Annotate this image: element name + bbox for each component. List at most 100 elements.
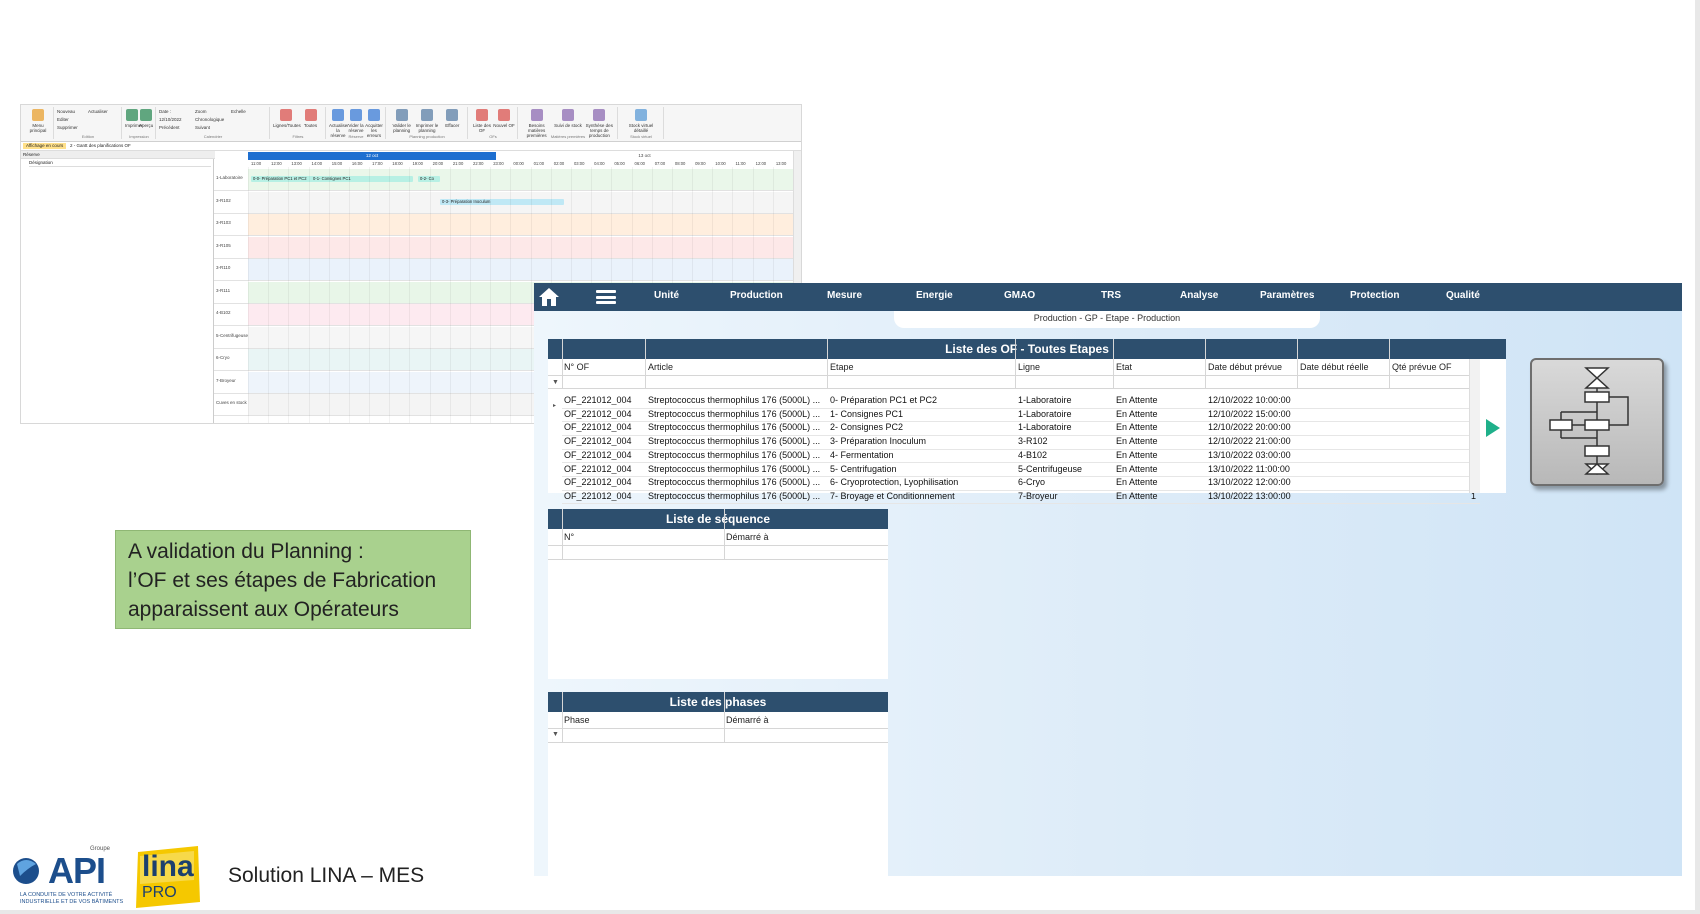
gantt-row-label: 6-Cryo — [216, 355, 230, 360]
ribbon-item[interactable]: Menu principal — [25, 123, 51, 133]
of-col-header[interactable]: N° OF — [564, 362, 589, 372]
ribbon-item[interactable]: Imprimer le planning — [414, 123, 439, 133]
tab-affichage[interactable]: Affichage en cours — [23, 143, 67, 149]
of-col-header[interactable]: Qté prévue OF — [1392, 362, 1452, 372]
ribbon-item[interactable]: Editer — [57, 117, 69, 122]
nav-item-parametres[interactable]: Paramètres — [1260, 290, 1314, 301]
of-col-header[interactable]: Date début prévue — [1208, 362, 1282, 372]
flowchart-button[interactable] — [1530, 358, 1664, 486]
table-cell: Streptococcus thermophilus 176 (5000L) .… — [648, 395, 821, 405]
reserve-column-designation: Désignation — [29, 160, 211, 167]
nav-item-unite[interactable]: Unité — [654, 290, 679, 301]
table-cell: 6-Cryo — [1018, 477, 1046, 488]
lina-pro-logo: lina PRO — [134, 846, 202, 908]
of-list-title: Liste des OF - Toutes Etapes — [548, 339, 1506, 359]
gantt-gridline — [348, 167, 350, 423]
table-cell: 1 — [1392, 477, 1476, 487]
gantt-gridline — [490, 167, 492, 423]
ribbon-item[interactable]: Imprimer — [125, 123, 143, 128]
nav-item-mesure[interactable]: Mesure — [827, 290, 862, 301]
sequence-col-numero[interactable]: N° — [564, 532, 574, 542]
table-cell: 12/10/2022 15:00:00 — [1208, 408, 1291, 419]
ribbon-item[interactable]: Valider le planning — [389, 123, 414, 133]
phase-col-phase[interactable]: Phase — [564, 715, 590, 725]
gantt-task-bar[interactable]: 0-0- Préparation PC1 et PC2 — [251, 176, 313, 182]
ribbon-item[interactable]: Nouveau — [57, 109, 75, 114]
row-indicator-icon: ▸ — [553, 403, 557, 409]
of-col-header[interactable]: Date début réelle — [1300, 362, 1369, 372]
ribbon-button-icon — [32, 109, 44, 121]
nav-item-energie[interactable]: Energie — [916, 290, 953, 301]
gantt-tabs: Affichage en cours 2 - Gantt des planifi… — [21, 142, 801, 151]
ribbon-group-caption: Edition — [81, 134, 95, 139]
of-col-header[interactable]: Etape — [830, 362, 854, 372]
table-cell: En Attente — [1116, 449, 1158, 460]
gantt-row[interactable]: 3-R105 — [214, 236, 794, 259]
ribbon-item[interactable]: Toutes — [298, 123, 323, 128]
phase-col-demarre[interactable]: Démarré à — [726, 715, 769, 725]
of-col-header[interactable]: Ligne — [1018, 362, 1040, 372]
table-cell: 4- Fermentation — [830, 449, 894, 460]
gantt-hour-label: 04:00 — [594, 161, 605, 166]
gantt-row[interactable]: 3-R110 — [214, 259, 794, 281]
gantt-hour-label: 12:00 — [271, 161, 282, 166]
table-cell: 12/10/2022 21:00:00 — [1208, 436, 1291, 447]
ribbon-item[interactable]: Lignes/Toutes — [273, 123, 301, 128]
ribbon-item[interactable]: Suivant — [195, 125, 210, 130]
ribbon-group: Besoins matières premières Suivi de stock… — [519, 107, 618, 139]
nav-item-analyse[interactable]: Analyse — [1180, 290, 1218, 301]
table-cell: En Attente — [1116, 490, 1158, 501]
filter-icon[interactable]: ▼ — [552, 731, 559, 738]
ribbon-button-icon — [446, 109, 459, 121]
table-cell: OF_221012_004 — [564, 463, 632, 474]
ribbon-item[interactable]: 12/10/2022 — [159, 117, 182, 122]
ribbon-item[interactable]: Chronologique — [195, 117, 224, 122]
gantt-hour-label: 13:00 — [291, 161, 302, 166]
gantt-hour-label: 11:00 — [251, 161, 262, 166]
gantt-hour-label: 16:00 — [351, 161, 363, 166]
ribbon-item[interactable]: Aperçu — [139, 123, 153, 128]
ribbon-group: Imprimer Aperçu Impression — [123, 107, 156, 139]
of-col-header[interactable]: Article — [648, 362, 673, 372]
ribbon-item[interactable]: Précédent — [159, 125, 180, 130]
ribbon-item[interactable]: Stock virtuel détaillé — [621, 123, 661, 133]
filter-icon[interactable]: ▼ — [552, 379, 559, 386]
api-logo-text: API — [48, 850, 106, 891]
ribbon-item[interactable]: Supprimer — [57, 125, 78, 130]
gantt-task-bar[interactable]: 0-3- Préparation Inoculum — [440, 198, 564, 205]
play-arrow-icon[interactable] — [1486, 419, 1500, 437]
ribbon-item[interactable]: Zoom — [195, 109, 207, 114]
nav-item-gmao[interactable]: GMAO — [1004, 290, 1035, 301]
table-cell: 12/10/2022 20:00:00 — [1208, 422, 1291, 433]
ribbon-item[interactable]: Echelle — [231, 109, 246, 114]
gantt-hour-label: 06:00 — [634, 161, 645, 166]
ribbon-item[interactable]: Actualiser — [88, 109, 108, 114]
tab-gantt[interactable]: 2 - Gantt des planifications OF — [67, 143, 134, 149]
gantt-row-label: 4-B102 — [216, 310, 231, 315]
gantt-hour-label: 19:00 — [412, 161, 423, 166]
nav-item-production[interactable]: Production — [730, 290, 783, 301]
nav-item-qualite[interactable]: Qualité — [1446, 290, 1480, 301]
nav-item-trs[interactable]: TRS — [1101, 290, 1121, 301]
ribbon-item[interactable]: Liste des OF — [471, 123, 493, 133]
ribbon-item[interactable]: Date : — [159, 109, 171, 114]
ribbon-item[interactable]: Effacer — [440, 123, 465, 128]
home-icon[interactable] — [538, 286, 560, 308]
hamburger-menu-icon[interactable] — [596, 290, 616, 304]
of-list-scrollbar[interactable] — [1469, 359, 1480, 493]
gantt-task-bar[interactable]: 0-1- Consignes PC1 — [311, 176, 413, 182]
nav-item-protection[interactable]: Protection — [1350, 290, 1399, 301]
of-col-header[interactable]: Etat — [1116, 362, 1132, 372]
ribbon-item[interactable]: Suivi de stock — [552, 123, 583, 128]
ribbon-item[interactable]: Nouvel OF — [493, 123, 515, 128]
gantt-row[interactable]: 3-R103 — [214, 214, 794, 236]
ribbon-item[interactable]: Vider la réserve — [347, 123, 365, 133]
caption-line-3: apparaissent aux Opérateurs — [128, 598, 399, 621]
table-cell: En Attente — [1116, 408, 1158, 419]
gantt-gridline — [369, 167, 371, 423]
sequence-list-title: Liste de séquence — [548, 509, 888, 529]
gantt-hour-label: 21:00 — [452, 161, 464, 166]
sequence-col-demarre[interactable]: Démarré à — [726, 532, 769, 542]
gantt-row-label: Cuves en stock — [216, 400, 247, 405]
ribbon-group-caption: Planning production — [409, 134, 445, 139]
